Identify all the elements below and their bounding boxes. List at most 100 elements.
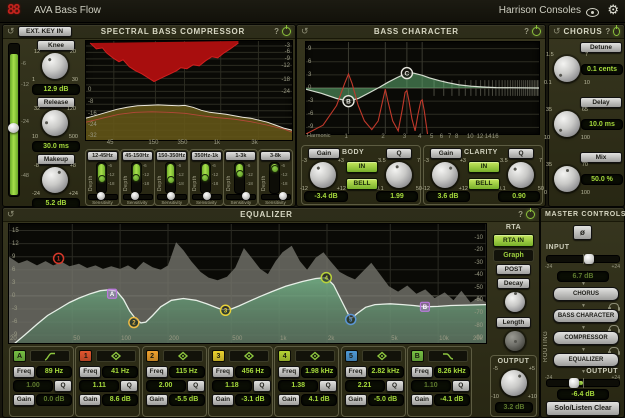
eq-handle-3[interactable]: 3 <box>219 304 232 317</box>
body-in-button[interactable]: IN <box>346 161 378 173</box>
reset-icon[interactable]: ↺ <box>7 210 15 219</box>
input-slider[interactable] <box>546 253 620 264</box>
help-icon[interactable]: ? <box>274 27 279 36</box>
eq-handle-1[interactable]: 1 <box>52 252 65 265</box>
output-value[interactable]: -6.4 dB <box>557 389 609 400</box>
delay-value[interactable]: 10.0 ms <box>581 119 623 130</box>
threshold-handle[interactable] <box>8 122 19 133</box>
rta-post-button[interactable]: POST <box>496 264 531 275</box>
q-value[interactable]: 1.00 <box>13 380 53 392</box>
freq-value[interactable]: 456 Hz <box>234 366 271 378</box>
gear-icon[interactable]: ⚙ <box>607 2 619 18</box>
eq-shape-button[interactable] <box>295 350 336 362</box>
reset-icon[interactable]: ↺ <box>553 27 561 36</box>
eq-handle-4[interactable]: 4 <box>320 271 333 284</box>
length-knob[interactable] <box>505 331 525 351</box>
depth-slider[interactable] <box>269 162 280 194</box>
reset-icon[interactable]: ↺ <box>301 27 309 36</box>
gain-value[interactable]: 0.0 dB <box>36 394 72 406</box>
rta-graph-button[interactable]: Graph <box>493 249 534 262</box>
freq-value[interactable]: 41 Hz <box>102 366 139 378</box>
solo-listen-clear-button[interactable]: Solo/Listen Clear <box>546 401 620 416</box>
eq-band-button-2[interactable]: 2 <box>145 350 159 362</box>
rta-in-button[interactable]: RTA IN <box>493 234 534 247</box>
depth-handle[interactable] <box>132 173 141 182</box>
body-q-value[interactable]: 1.99 <box>376 191 418 202</box>
eq-handle-B[interactable]: B <box>419 301 431 312</box>
q-value[interactable]: 1.38 <box>278 380 319 392</box>
clarity-gain-knob[interactable] <box>432 162 458 188</box>
help-icon[interactable]: ? <box>518 210 523 219</box>
gain-value[interactable]: 4.1 dB <box>301 394 338 406</box>
routing-button-chorus[interactable]: CHORUS <box>553 287 619 301</box>
q-value[interactable]: 2.00 <box>145 380 186 392</box>
detune-knob[interactable] <box>554 56 580 82</box>
q-value[interactable]: 1.10 <box>410 380 451 392</box>
depth-slider[interactable] <box>130 162 142 194</box>
help-icon[interactable]: ? <box>524 27 529 36</box>
gain-value[interactable]: 8.6 dB <box>102 394 139 406</box>
sensitivity-handle[interactable] <box>166 192 175 200</box>
eq-band-button-A[interactable]: A <box>13 350 26 362</box>
reset-icon[interactable]: ↺ <box>7 27 15 36</box>
eq-shape-button[interactable] <box>361 350 402 362</box>
body-q-knob[interactable] <box>386 162 412 188</box>
sensitivity-handle[interactable] <box>131 192 140 200</box>
body-gain-value[interactable]: -3.4 dB <box>304 191 348 202</box>
eq-handle-A[interactable]: A <box>106 288 118 299</box>
decay-knob[interactable] <box>505 291 525 312</box>
ext-key-in-button[interactable]: EXT. KEY IN <box>17 26 72 37</box>
eq-band-button-4[interactable]: 4 <box>278 350 292 362</box>
depth-handle[interactable] <box>235 170 244 179</box>
depth-handle[interactable] <box>270 165 279 174</box>
output-slider[interactable] <box>546 377 620 388</box>
clarity-q-value[interactable]: 0.90 <box>498 191 540 202</box>
freq-value[interactable]: 8.26 kHz <box>433 366 470 378</box>
knee-value[interactable]: 12.9 dB <box>32 84 80 95</box>
depth-handle[interactable] <box>97 175 106 183</box>
mix-knob[interactable] <box>554 166 580 192</box>
sensitivity-handle[interactable] <box>203 192 212 200</box>
eye-icon[interactable] <box>586 8 599 17</box>
help-icon[interactable]: ? <box>605 27 610 36</box>
eq-band-button-3[interactable]: 3 <box>211 350 225 362</box>
eq-handle-5[interactable]: 5 <box>344 313 357 326</box>
sensitivity-handle[interactable] <box>96 192 105 200</box>
sensitivity-handle[interactable] <box>241 192 250 200</box>
clarity-in-button[interactable]: IN <box>468 161 500 173</box>
gain-value[interactable]: -5.5 dB <box>168 394 205 406</box>
knee-knob[interactable] <box>42 53 68 79</box>
harmonic-handle-B[interactable]: B <box>342 94 355 108</box>
freq-value[interactable]: 1.98 kHz <box>301 366 338 378</box>
q-value[interactable]: 2.21 <box>344 380 385 392</box>
clarity-gain-value[interactable]: 3.6 dB <box>426 191 470 202</box>
eq-shape-button[interactable] <box>96 350 137 362</box>
q-value[interactable]: 1.18 <box>211 380 252 392</box>
harmonic-handle-C[interactable]: C <box>400 66 414 80</box>
clarity-q-knob[interactable] <box>508 162 534 188</box>
release-knob[interactable] <box>42 110 68 136</box>
eq-band-button-1[interactable]: 1 <box>79 350 93 362</box>
eq-band-button-5[interactable]: 5 <box>344 350 358 362</box>
depth-handle[interactable] <box>166 175 175 184</box>
detune-value[interactable]: 0.1 cents <box>581 64 623 75</box>
phase-button[interactable]: ø <box>573 225 592 240</box>
depth-slider[interactable] <box>234 162 246 194</box>
body-gain-knob[interactable] <box>310 162 336 188</box>
power-icon[interactable] <box>526 208 535 219</box>
freq-value[interactable]: 2.82 kHz <box>367 366 404 378</box>
routing-button-bass-character[interactable]: BASS CHARACTER <box>553 309 619 323</box>
depth-slider[interactable] <box>165 162 177 194</box>
routing-button-compressor[interactable]: COMPRESSOR <box>553 331 619 345</box>
depth-handle[interactable] <box>201 174 210 183</box>
gain-value[interactable]: -3.1 dB <box>234 394 271 406</box>
gain-value[interactable]: -4.1 dB <box>433 394 470 406</box>
depth-slider[interactable] <box>199 162 211 194</box>
makeup-knob[interactable] <box>42 167 68 193</box>
eq-handle-2[interactable]: 2 <box>128 316 140 329</box>
sensitivity-handle[interactable] <box>279 192 288 200</box>
eq-band-button-B[interactable]: B <box>410 350 424 362</box>
routing-button-equalizer[interactable]: EQUALIZER <box>553 353 619 367</box>
eq-output-value[interactable]: 3.2 dB <box>495 402 533 413</box>
threshold-meter[interactable]: -6 -12 -24 -48 <box>8 43 29 197</box>
